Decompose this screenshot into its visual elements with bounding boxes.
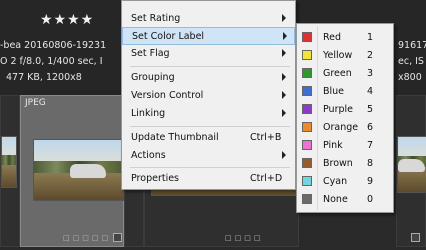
menu-separator <box>130 126 290 127</box>
color-item-brown[interactable]: Brown 8 <box>297 155 393 173</box>
shortcut-text: Ctrl+B <box>250 132 282 143</box>
color-item-orange[interactable]: Orange 6 <box>297 119 393 137</box>
none-swatch-icon <box>302 194 312 204</box>
color-item-cyan[interactable]: Cyan 9 <box>297 173 393 191</box>
file-size-text-right: x800 <box>398 72 422 83</box>
select-checkbox[interactable] <box>113 233 122 242</box>
menu-separator <box>130 167 290 168</box>
color-item-yellow[interactable]: Yellow 2 <box>297 47 393 65</box>
file-name-text-right: 91617 <box>398 40 426 51</box>
color-label-submenu: Red 1 Yellow 2 Green 3 Blue 4 Purple 5 O… <box>296 23 394 213</box>
thumbnail-image <box>1 136 17 188</box>
thumbnail-dots: □□□□ <box>225 234 264 242</box>
color-item-red[interactable]: Red 1 <box>297 29 393 47</box>
select-checkbox[interactable] <box>411 233 420 242</box>
cyan-swatch-icon <box>302 176 312 186</box>
menu-item-set-color-label[interactable]: Set Color Label <box>122 27 295 45</box>
pink-swatch-icon <box>302 140 312 150</box>
thumbnail-cell-selected[interactable]: JPEG □□□□□ <box>20 95 125 247</box>
brown-swatch-icon <box>302 158 312 168</box>
color-item-purple[interactable]: Purple 5 <box>297 101 393 119</box>
submenu-arrow-icon <box>283 32 287 40</box>
thumbnail-cell[interactable] <box>0 95 20 247</box>
menu-separator <box>130 66 290 67</box>
thumbnail-cell[interactable] <box>396 95 426 247</box>
red-swatch-icon <box>302 32 312 42</box>
submenu-arrow-icon <box>282 49 286 57</box>
menu-item-update-thumbnail[interactable]: Update Thumbnail Ctrl+B <box>122 129 295 147</box>
orange-swatch-icon <box>302 122 312 132</box>
rating-stars: ★★★★ <box>40 12 95 28</box>
yellow-swatch-icon <box>302 50 312 60</box>
submenu-arrow-icon <box>282 151 286 159</box>
menu-item-linking[interactable]: Linking <box>122 105 295 123</box>
submenu-arrow-icon <box>282 91 286 99</box>
file-name-text: -bea 20160806-19231 <box>0 40 107 51</box>
menu-item-grouping[interactable]: Grouping <box>122 69 295 87</box>
file-type-label: JPEG <box>25 98 46 108</box>
exif-text-right: ec, IS <box>398 56 424 67</box>
submenu-arrow-icon <box>282 14 286 22</box>
menu-item-set-rating[interactable]: Set Rating <box>122 10 295 28</box>
color-item-blue[interactable]: Blue 4 <box>297 83 393 101</box>
thumbnail-dots: □□□□□ <box>63 234 112 242</box>
purple-swatch-icon <box>302 104 312 114</box>
menu-item-actions[interactable]: Actions <box>122 147 295 165</box>
color-item-green[interactable]: Green 3 <box>297 65 393 83</box>
exif-text: O 2 f/8.0, 1/400 sec, I <box>0 56 103 67</box>
shortcut-text: Ctrl+D <box>250 173 283 184</box>
color-item-pink[interactable]: Pink 7 <box>297 137 393 155</box>
menu-item-version-control[interactable]: Version Control <box>122 87 295 105</box>
submenu-arrow-icon <box>282 109 286 117</box>
thumbnail-image <box>397 136 426 193</box>
thumbnail-image <box>33 139 125 201</box>
file-size-text: 477 KB, 1200x8 <box>6 72 82 83</box>
green-swatch-icon <box>302 68 312 78</box>
context-menu: Set Rating Set Color Label Set Flag Grou… <box>121 0 296 190</box>
color-item-none[interactable]: None 0 <box>297 191 393 209</box>
menu-item-set-flag[interactable]: Set Flag <box>122 45 295 63</box>
submenu-arrow-icon <box>282 73 286 81</box>
blue-swatch-icon <box>302 86 312 96</box>
menu-item-properties[interactable]: Properties Ctrl+D <box>122 170 295 188</box>
